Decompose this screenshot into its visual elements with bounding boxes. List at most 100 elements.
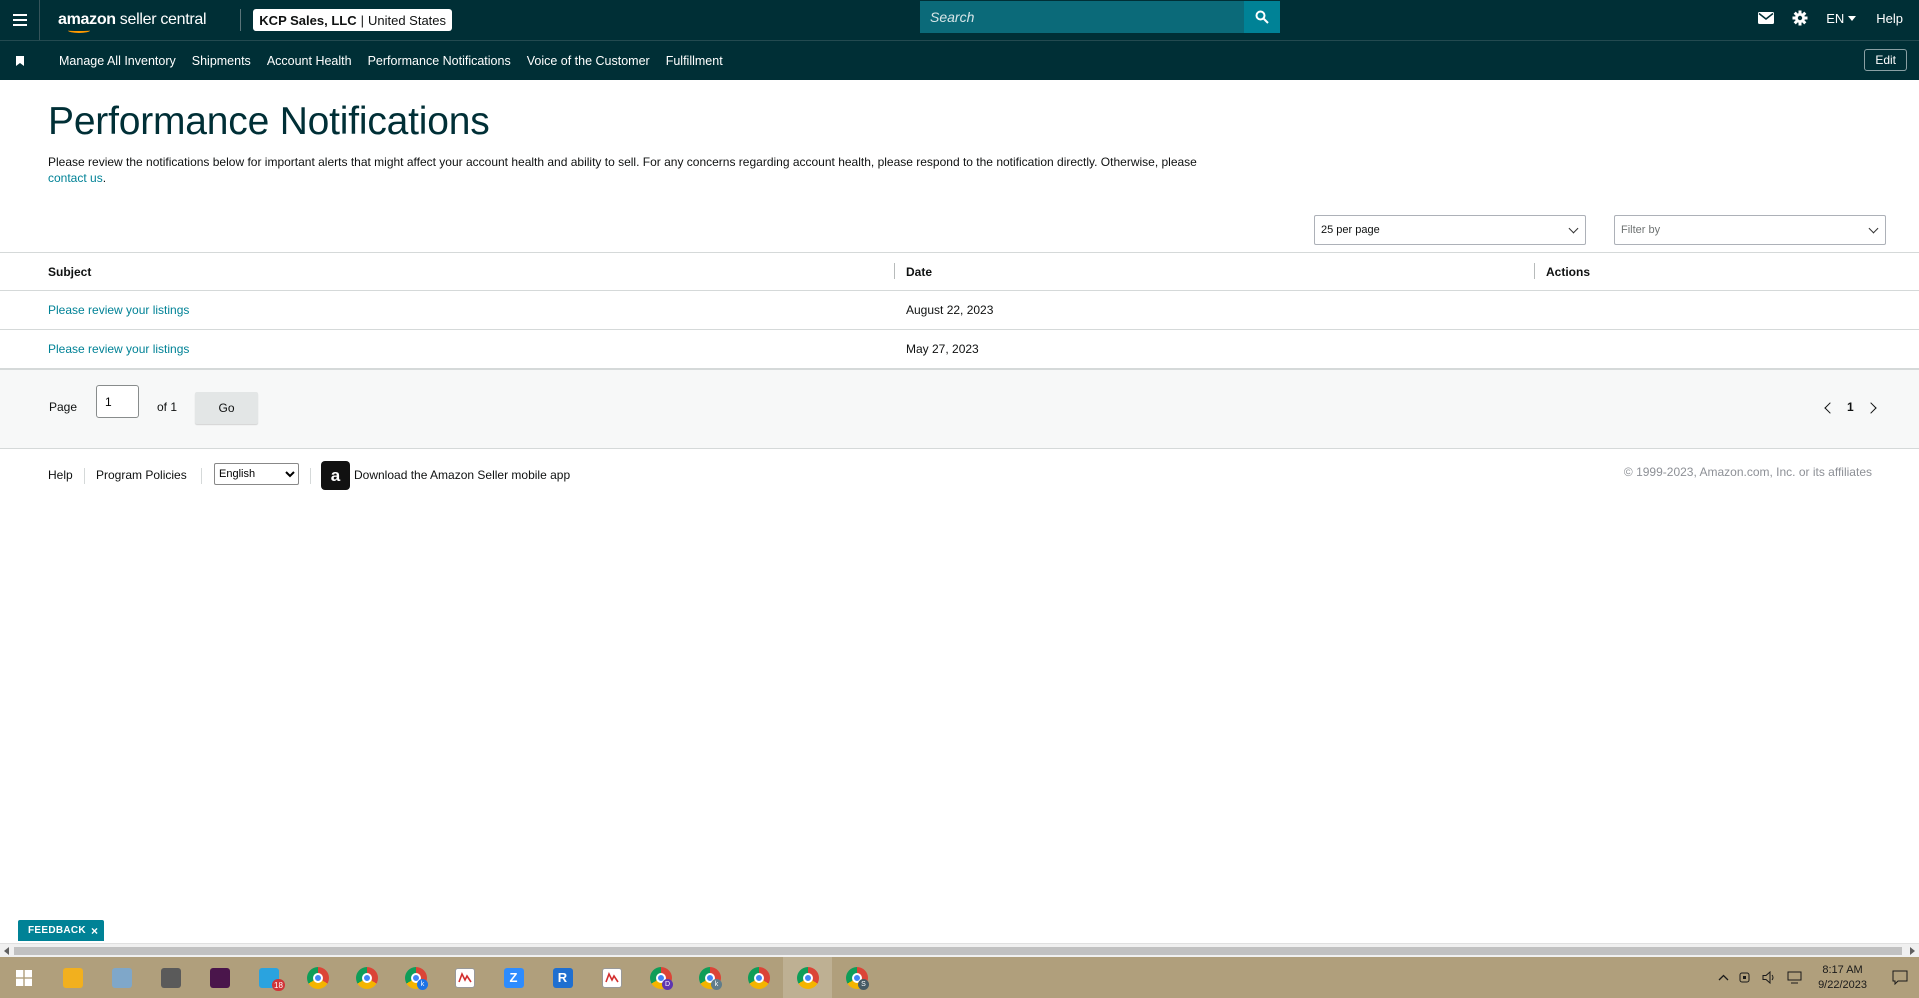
help-link[interactable]: Help: [1876, 11, 1903, 26]
program-policies-link[interactable]: Program Policies: [96, 468, 187, 482]
menu-button[interactable]: [0, 0, 40, 40]
horizontal-scrollbar[interactable]: [0, 943, 1919, 957]
messages-button[interactable]: [1758, 12, 1775, 24]
file-explorer-icon-glyph: [62, 967, 83, 988]
chevron-right-icon[interactable]: [1865, 402, 1877, 414]
search-bar: [920, 1, 1280, 33]
contact-us-link[interactable]: contact us: [48, 171, 103, 185]
header-subject[interactable]: Subject: [48, 265, 91, 279]
nav-voice-of-the-customer[interactable]: Voice of the Customer: [527, 54, 650, 68]
feedback-tab[interactable]: FEEDBACK ×: [18, 920, 105, 941]
pagination-bar: Page of 1 Go 1: [0, 369, 1919, 449]
chrome-profile-k2-icon[interactable]: k: [685, 957, 734, 998]
amazon-smile-icon: [68, 28, 90, 33]
bookmark-icon: [16, 55, 24, 66]
windows-logo-icon: [16, 969, 32, 986]
close-icon[interactable]: ×: [91, 924, 98, 938]
footer-language-select[interactable]: English: [214, 463, 299, 485]
profile-avatar: k: [711, 979, 722, 990]
bookmark-button[interactable]: [0, 55, 40, 66]
volume-icon[interactable]: [1762, 971, 1777, 984]
notification-date: August 22, 2023: [906, 303, 994, 317]
header-actions: Actions: [1533, 262, 1591, 279]
start-button[interactable]: [0, 957, 48, 998]
account-switcher[interactable]: KCP Sales, LLC | United States: [253, 9, 453, 31]
current-page-number[interactable]: 1: [1847, 400, 1854, 414]
nav-shipments[interactable]: Shipments: [192, 54, 251, 68]
amazon-app-icon[interactable]: a: [321, 461, 350, 490]
scroll-right-icon[interactable]: [1910, 947, 1915, 955]
footer-divider: [84, 468, 85, 484]
taskbar-apps: 18 k Z R Dk S: [48, 957, 881, 998]
chevron-up-icon[interactable]: [1718, 974, 1729, 981]
scrollbar-thumb[interactable]: [14, 947, 1902, 955]
sheets-chart-2-icon[interactable]: [587, 957, 636, 998]
chrome-profile-k-icon[interactable]: k: [391, 957, 440, 998]
clock-time: 8:17 AM: [1822, 963, 1863, 976]
chrome-profile-icon-glyph: [355, 966, 378, 989]
chrome-icon[interactable]: [293, 957, 342, 998]
go-button[interactable]: Go: [195, 392, 258, 424]
search-icon: [1255, 10, 1269, 24]
clock-date: 9/22/2023: [1818, 978, 1867, 991]
slack-icon[interactable]: [195, 957, 244, 998]
footer-divider: [201, 468, 202, 484]
chrome-profile-icon[interactable]: [342, 957, 391, 998]
sheets-chart-icon[interactable]: [440, 957, 489, 998]
r-app-icon[interactable]: R: [538, 957, 587, 998]
chrome-alt-icon[interactable]: [734, 957, 783, 998]
seller-central-logo[interactable]: amazon seller central: [58, 0, 207, 40]
download-app-link[interactable]: Download the Amazon Seller mobile app: [354, 468, 570, 482]
nav-account-health[interactable]: Account Health: [267, 54, 352, 68]
search-input[interactable]: [920, 1, 1244, 33]
nav-manage-all-inventory[interactable]: Manage All Inventory: [59, 54, 176, 68]
chrome-profile-d-icon[interactable]: D: [636, 957, 685, 998]
page-footer: Help Program Policies English a Download…: [0, 459, 1919, 490]
paint-app-icon-glyph: [111, 967, 132, 988]
intro-body: Please review the notifications below fo…: [48, 155, 1197, 169]
header-divider: [240, 9, 242, 31]
profile-avatar: D: [662, 979, 673, 990]
nav-links: Manage All Inventory Shipments Account H…: [59, 54, 739, 68]
search-button[interactable]: [1244, 1, 1280, 33]
copyright-text: © 1999-2023, Amazon.com, Inc. or its aff…: [1623, 465, 1872, 479]
footer-help-link[interactable]: Help: [48, 468, 73, 482]
nav-performance-notifications[interactable]: Performance Notifications: [368, 54, 511, 68]
logo-brand: amazon: [58, 11, 116, 28]
network-icon[interactable]: [1787, 971, 1802, 984]
chevron-down-icon: [1868, 223, 1879, 234]
account-separator: |: [360, 12, 364, 28]
scroll-left-icon[interactable]: [4, 947, 9, 955]
calculator-icon[interactable]: [146, 957, 195, 998]
system-clock[interactable]: 8:17 AM 9/22/2023: [1818, 963, 1867, 993]
notification-subject-link[interactable]: Please review your listings: [48, 303, 189, 317]
notification-subject-link[interactable]: Please review your listings: [48, 342, 189, 356]
paint-app-icon[interactable]: [97, 957, 146, 998]
nav-fulfillment[interactable]: Fulfillment: [666, 54, 723, 68]
chevron-down-icon: [1848, 15, 1857, 21]
profile-avatar: S: [858, 979, 869, 990]
filter-select[interactable]: Filter by: [1614, 215, 1886, 245]
sheets-chart-icon-glyph: [454, 967, 475, 988]
page-number-input[interactable]: [96, 385, 139, 418]
page-label: Page: [49, 400, 78, 414]
header-date[interactable]: Date: [893, 262, 932, 279]
telegram-icon[interactable]: 18: [244, 957, 293, 998]
header-utilities: EN Help: [1758, 0, 1919, 36]
calculator-icon-glyph: [160, 967, 181, 988]
gear-icon: [1792, 10, 1808, 26]
chrome-active-icon[interactable]: [783, 957, 832, 998]
edit-nav-button[interactable]: Edit: [1864, 49, 1907, 71]
per-page-select[interactable]: 25 per page: [1314, 215, 1586, 245]
notifications-icon[interactable]: [1881, 970, 1919, 985]
notification-date: May 27, 2023: [906, 342, 979, 356]
language-selector[interactable]: EN: [1826, 11, 1857, 26]
settings-button[interactable]: [1792, 10, 1808, 26]
file-explorer-icon[interactable]: [48, 957, 97, 998]
meet-now-icon[interactable]: [1739, 971, 1752, 984]
intro-period: .: [102, 171, 107, 185]
feedback-label: FEEDBACK: [28, 925, 86, 936]
chrome-profile-s-icon[interactable]: S: [832, 957, 881, 998]
zoom-icon[interactable]: Z: [489, 957, 538, 998]
chevron-left-icon[interactable]: [1824, 402, 1836, 414]
